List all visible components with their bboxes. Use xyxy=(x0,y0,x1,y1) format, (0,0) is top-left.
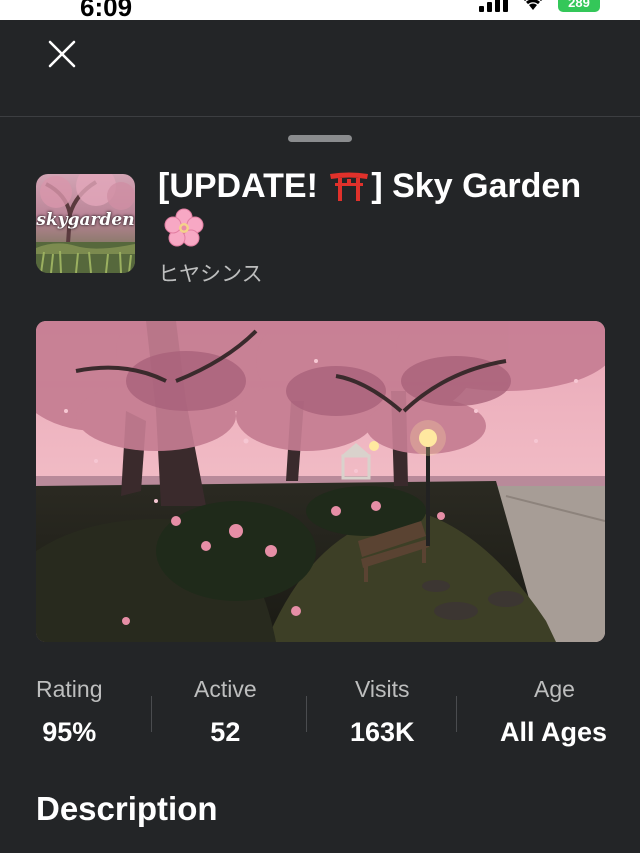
stat-age-value: All Ages xyxy=(500,717,608,747)
game-title-part1: [UPDATE! xyxy=(158,167,318,205)
torii-icon xyxy=(330,172,369,201)
stat-divider xyxy=(306,696,307,732)
sheet-grab-handle[interactable] xyxy=(288,135,352,142)
close-icon xyxy=(48,40,76,68)
status-bar: 6:09 289 xyxy=(0,0,640,22)
stat-active-value: 52 xyxy=(210,717,241,747)
stats-row: Rating 95% Active 52 Visits 163K Age All… xyxy=(0,676,640,756)
stat-rating-label: Rating xyxy=(36,676,103,702)
stat-visits: Visits 163K xyxy=(350,676,415,748)
battery-icon: 289 xyxy=(558,0,600,12)
stat-divider xyxy=(456,696,457,732)
creator-name[interactable]: ヒヤシンス xyxy=(158,258,263,288)
wifi-icon xyxy=(524,0,542,10)
stat-age: Age All Ages xyxy=(500,676,640,748)
status-icons: 289 xyxy=(479,0,600,12)
game-icon: skygarden xyxy=(36,174,135,273)
description-heading: Description xyxy=(36,790,218,827)
close-button[interactable] xyxy=(38,32,86,76)
stat-active: Active 52 xyxy=(194,676,257,748)
top-bar xyxy=(0,20,640,117)
game-thumbnail[interactable] xyxy=(36,321,605,642)
stat-divider xyxy=(151,696,152,732)
stat-rating: Rating 95% xyxy=(36,676,102,748)
stat-rating-value: 95% xyxy=(42,717,97,747)
game-title-part2: ] Sky Garden xyxy=(371,167,582,205)
stat-age-label: Age xyxy=(534,676,575,702)
stat-visits-value: 163K xyxy=(350,717,415,747)
game-icon-logo-text: skygarden xyxy=(36,210,135,230)
signal-icon xyxy=(479,0,508,12)
game-title: [UPDATE! ] Sky Garden xyxy=(158,164,598,253)
stat-active-label: Active xyxy=(194,676,257,702)
stat-visits-label: Visits xyxy=(355,676,410,702)
blossom-icon xyxy=(164,208,204,247)
